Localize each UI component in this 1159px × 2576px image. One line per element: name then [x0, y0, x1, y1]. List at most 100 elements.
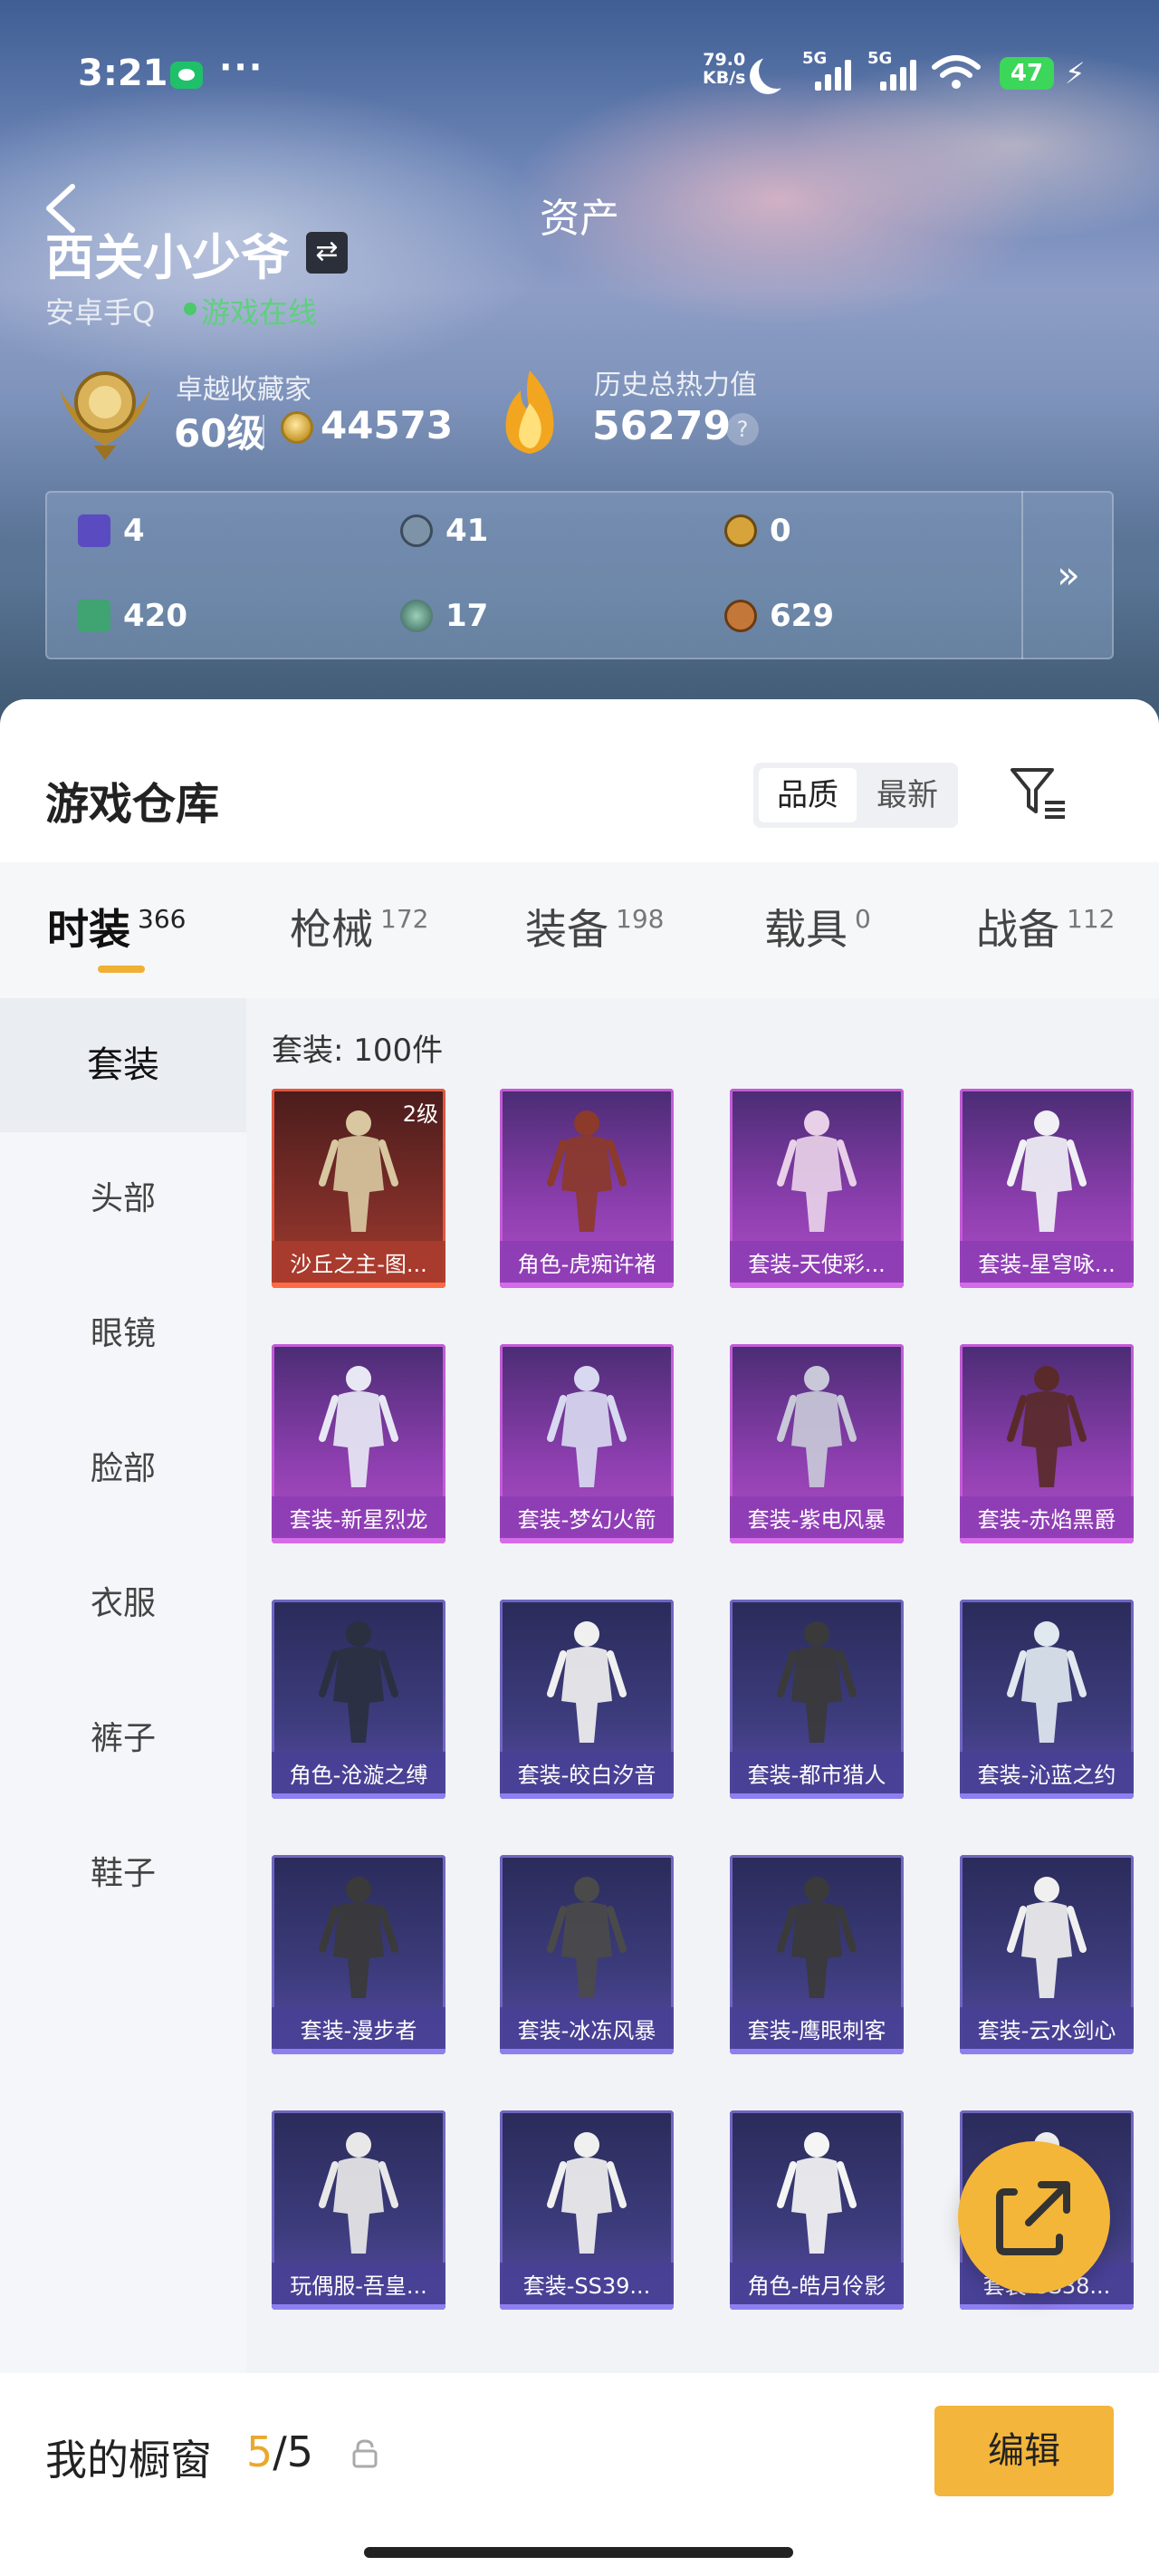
item-card[interactable]: 套装-冰冻风暴	[500, 1855, 674, 2054]
item-name: 套装-皎白汐音	[500, 1752, 674, 1799]
tab-combat-gear[interactable]: 战备 112	[976, 897, 1115, 956]
resource-value: 0	[770, 513, 791, 549]
flame-icon	[505, 370, 554, 454]
item-name: 套装-漫步者	[272, 2007, 445, 2054]
warehouse-title: 游戏仓库	[45, 779, 220, 830]
gold-token-icon	[724, 514, 757, 547]
showcase-total: /5	[273, 2427, 314, 2476]
rarity-strip	[730, 1538, 904, 1543]
item-name: 套装-冰冻风暴	[500, 2007, 674, 2054]
tab-label: 装备	[525, 905, 608, 954]
tab-vehicles[interactable]: 载具 0	[764, 897, 871, 956]
item-name: 套装-赤焰黑爵	[960, 1496, 1134, 1543]
resource-item: 17	[400, 598, 488, 634]
battery-indicator: 47	[1000, 57, 1054, 90]
sidebar-item-shoes[interactable]: 鞋子	[0, 1807, 246, 1941]
collector-level: 60级	[174, 411, 265, 456]
outfit-figure-icon	[1007, 1366, 1087, 1487]
rarity-strip	[730, 2049, 904, 2054]
username: 西关小少爷	[45, 229, 290, 286]
resource-value: 17	[445, 598, 489, 634]
stat-divider	[263, 415, 264, 447]
net-speed-value: 79.0	[703, 50, 746, 70]
outfit-figure-icon	[547, 1877, 627, 1998]
item-name: 角色-虎痴许褚	[500, 1241, 674, 1288]
rarity-strip	[960, 1283, 1134, 1288]
item-card[interactable]: 套装-云水剑心	[960, 1855, 1134, 2054]
teal-orb-icon	[400, 600, 433, 632]
tab-fashion[interactable]: 时装 366	[47, 897, 186, 956]
item-card[interactable]: 角色-虎痴许褚	[500, 1089, 674, 1288]
resource-panel	[45, 491, 1114, 659]
tab-count: 172	[380, 904, 429, 934]
resource-item: 0	[724, 513, 791, 549]
item-card[interactable]: 套装-漫步者	[272, 1855, 445, 2054]
outfit-figure-icon	[777, 2132, 857, 2254]
item-name: 角色-皓月伶影	[730, 2263, 904, 2310]
item-card[interactable]: 角色-沧漩之缚	[272, 1600, 445, 1799]
item-card[interactable]: 套装-紫电风暴	[730, 1344, 904, 1543]
sort-toggle: 品质 最新	[753, 763, 958, 828]
resource-item: 420	[78, 598, 187, 634]
tab-equipment[interactable]: 装备 198	[525, 897, 664, 956]
outfit-figure-icon	[319, 1621, 398, 1743]
switch-account-icon[interactable]: ⇄	[306, 232, 348, 274]
item-card[interactable]: 套装-梦幻火箭	[500, 1344, 674, 1543]
collector-title: 卓越收藏家	[176, 374, 311, 406]
outfit-figure-icon	[1007, 1621, 1087, 1743]
item-card[interactable]: 2级沙丘之主-图...	[272, 1089, 445, 1288]
item-card[interactable]: 套装-鹰眼刺客	[730, 1855, 904, 2054]
tab-label: 枪械	[290, 905, 373, 954]
sidebar-item-head[interactable]: 头部	[0, 1132, 246, 1266]
more-dots-icon: ···	[219, 47, 264, 87]
item-name: 沙丘之主-图...	[272, 1241, 445, 1288]
category-sidebar: 套装 头部 眼镜 脸部 衣服 裤子 鞋子	[0, 998, 246, 2375]
item-card[interactable]: 套装-天使彩...	[730, 1089, 904, 1288]
item-card[interactable]: 套装-SS39...	[500, 2110, 674, 2310]
coin-value: 44573	[321, 403, 454, 447]
sort-latest-option[interactable]: 最新	[860, 763, 954, 828]
item-card[interactable]: 套装-都市猎人	[730, 1600, 904, 1799]
charging-icon: ⚡	[1065, 56, 1086, 91]
item-card[interactable]: 套装-沁蓝之约	[960, 1600, 1134, 1799]
share-fab[interactable]	[958, 2141, 1110, 2293]
home-indicator	[364, 2547, 793, 2558]
bronze-coin-icon	[724, 600, 757, 632]
rarity-strip	[500, 2049, 674, 2054]
item-card[interactable]: 套装-星穹咏...	[960, 1089, 1134, 1288]
sidebar-item-clothes[interactable]: 衣服	[0, 1537, 246, 1671]
set-count: 套装: 100件	[272, 1033, 444, 1069]
resource-value: 41	[445, 513, 489, 549]
tab-label: 载具	[764, 905, 848, 954]
item-card[interactable]: 套装-赤焰黑爵	[960, 1344, 1134, 1543]
resource-more-button[interactable]: »	[1021, 491, 1114, 659]
rarity-strip	[500, 1283, 674, 1288]
item-name: 套装-天使彩...	[730, 1241, 904, 1288]
tab-weapons[interactable]: 枪械 172	[290, 897, 428, 956]
item-card[interactable]: 套装-皎白汐音	[500, 1600, 674, 1799]
item-name: 套装-星穹咏...	[960, 1241, 1134, 1288]
item-card[interactable]: 玩偶服-吾皇...	[272, 2110, 445, 2310]
rarity-strip	[730, 2304, 904, 2310]
item-name: 玩偶服-吾皇...	[272, 2263, 445, 2310]
edit-button[interactable]: 编辑	[934, 2406, 1114, 2496]
item-card[interactable]: 套装-新星烈龙	[272, 1344, 445, 1543]
outfit-figure-icon	[777, 1877, 857, 1998]
platform-label: 安卓手Q	[45, 295, 156, 330]
sidebar-item-pants[interactable]: 裤子	[0, 1672, 246, 1806]
item-level-badge: 2级	[402, 1101, 438, 1127]
lock-icon	[352, 2439, 378, 2468]
sidebar-item-glasses[interactable]: 眼镜	[0, 1267, 246, 1401]
outfit-figure-icon	[547, 1110, 627, 1232]
item-card[interactable]: 角色-皓月伶影	[730, 2110, 904, 2310]
online-status: 游戏在线	[201, 295, 318, 330]
sidebar-item-face[interactable]: 脸部	[0, 1402, 246, 1536]
sidebar-item-sets[interactable]: 套装	[0, 998, 246, 1132]
item-name: 套装-沁蓝之约	[960, 1752, 1134, 1799]
outfit-figure-icon	[777, 1110, 857, 1232]
rarity-strip	[730, 1793, 904, 1799]
coin-icon	[281, 411, 313, 444]
help-icon[interactable]: ?	[726, 413, 759, 446]
sort-quality-option[interactable]: 品质	[759, 768, 857, 822]
filter-icon[interactable]	[1009, 766, 1068, 822]
